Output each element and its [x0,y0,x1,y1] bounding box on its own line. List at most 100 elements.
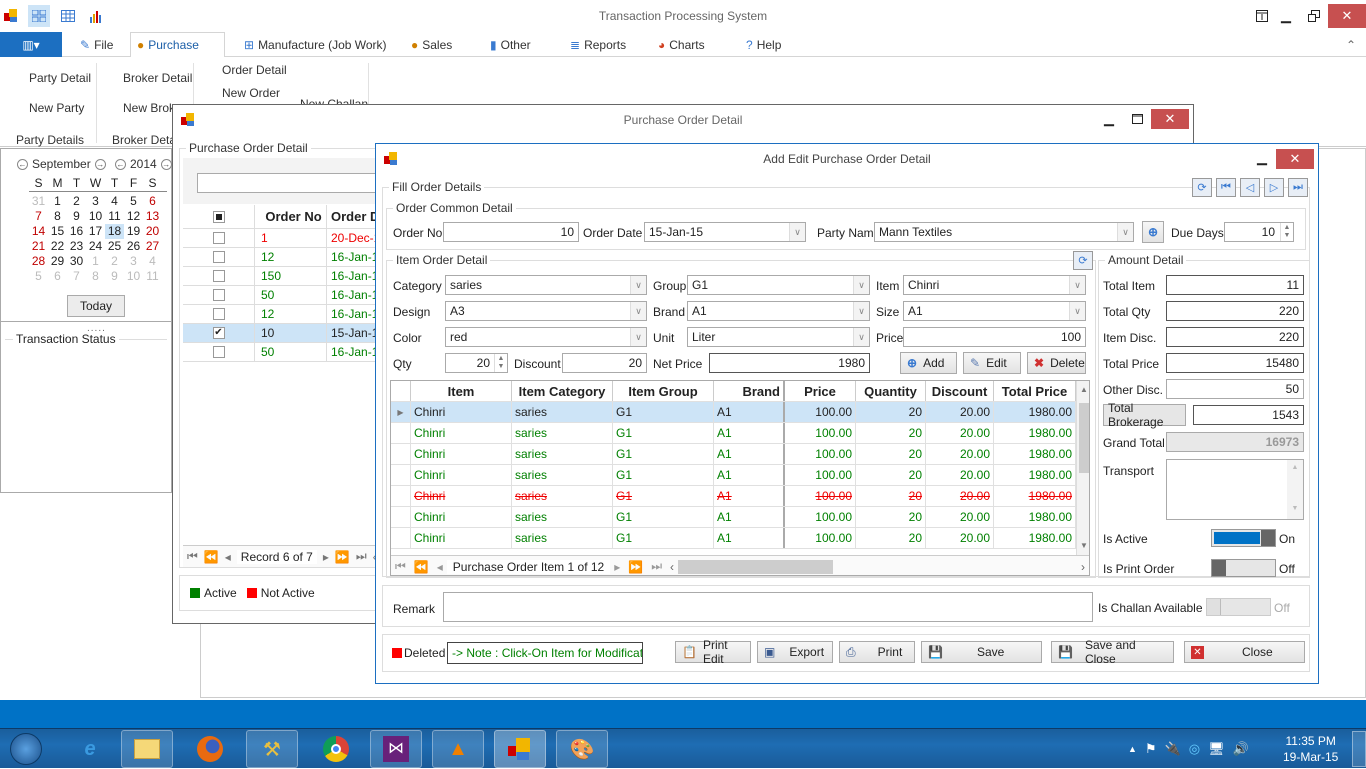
column-header-total-price[interactable]: Total Price [994,381,1076,401]
last-icon[interactable]: ⏭ [1288,178,1308,197]
order-date-picker[interactable]: 15-Jan-15 ∨ [644,222,806,242]
tab-file[interactable]: ✎ File [74,32,119,57]
chevron-down-icon[interactable]: ∨ [853,328,869,346]
scroll-down-icon[interactable]: ▼ [1080,541,1088,550]
add-item-button[interactable]: ⊕ Add [900,352,957,374]
vertical-scrollbar[interactable]: ▲ ▼ [1076,381,1089,555]
calendar-day[interactable]: 10 [124,269,143,284]
scroll-left-icon[interactable]: ‹ [666,560,678,574]
calendar-day[interactable]: 9 [105,269,124,284]
calendar-day[interactable]: 20 [143,224,162,239]
total-brokerage-button[interactable]: Total Brokerage [1103,401,1186,429]
toggle-knob[interactable] [1207,599,1221,615]
volume-icon[interactable]: 🔊 [1233,741,1249,757]
new-order-button[interactable]: New Order [222,86,280,100]
calendar-day[interactable]: 25 [105,239,124,254]
calendar-day[interactable]: 7 [67,269,86,284]
first-record-icon[interactable]: ⏮ [391,559,410,574]
row-checkbox[interactable]: ✔ [212,327,225,339]
select-all-checkbox[interactable] [212,210,225,223]
splitter[interactable] [1,321,173,322]
save-button[interactable]: 💾 Save [921,641,1042,663]
calendar-day[interactable]: 21 [29,239,48,254]
order-row[interactable]: 150 16-Jan-1 [183,267,383,286]
calendar-day[interactable]: 4 [143,254,162,269]
row-checkbox[interactable] [212,289,225,301]
calendar-day[interactable]: 19 [124,224,143,239]
today-button[interactable]: Today [67,295,125,317]
show-desktop-button[interactable] [1352,731,1366,767]
calendar-day[interactable]: 31 [29,194,48,209]
size-select[interactable]: A1 ∨ [903,301,1086,321]
scroll-up-icon[interactable]: ▲ [1080,385,1088,394]
previous-icon[interactable]: ◁ [1240,178,1260,197]
row-checkbox[interactable] [212,270,225,282]
order-row[interactable]: 50 16-Jan-1 [183,343,383,362]
windows-start-icon[interactable] [0,730,52,768]
stepper-arrows-icon[interactable]: ▲ ▼ [1280,223,1293,241]
next-year-icon[interactable]: → [160,158,172,170]
calendar-day[interactable]: 27 [143,239,162,254]
network-icon[interactable]: 🖥 [1208,741,1225,757]
calendar-day[interactable]: 2 [67,194,86,209]
app-window-icon[interactable] [494,730,546,768]
unit-select[interactable]: Liter ∨ [687,327,870,347]
order-no-field[interactable]: 10 [443,222,579,242]
stepper-arrows-icon[interactable]: ▲ ▼ [494,354,507,372]
restore-button[interactable] [1300,6,1328,26]
row-checkbox[interactable] [212,346,225,358]
remark-field[interactable] [443,592,1093,622]
column-header-item[interactable]: Item [411,381,512,401]
row-checkbox[interactable] [212,232,225,244]
next-record-icon[interactable]: ▸ [323,550,329,564]
paint-icon[interactable]: 🎨 [556,730,608,768]
calendar-day[interactable]: 15 [48,224,67,239]
calendar-day[interactable]: 17 [86,224,105,239]
file-explorer-icon[interactable] [121,730,173,768]
edit-item-button[interactable]: ✎ Edit [963,352,1021,374]
chevron-down-icon[interactable]: ∨ [1069,302,1085,320]
calendar-day[interactable]: 22 [48,239,67,254]
is-active-toggle[interactable] [1211,529,1276,547]
next-page-icon[interactable]: ⏩ [624,560,647,574]
toggle-knob[interactable] [1261,530,1275,546]
ae-minimize-button[interactable]: ▁ [1248,148,1276,168]
row-checkbox[interactable] [212,308,225,320]
new-party-button[interactable]: New Party [29,101,84,115]
last-record-icon[interactable]: ⏭ [356,549,367,564]
power-icon[interactable]: 🔌 [1165,741,1181,757]
app-tray-icon[interactable]: ◎ [1189,741,1200,757]
delete-item-button[interactable]: ✖ Delete [1027,352,1086,374]
prev-record-icon[interactable]: ◂ [433,560,447,574]
refresh-icon[interactable]: ⟳ [1192,178,1212,197]
item-row[interactable]: Chinri saries G1 A1 100.00 20 20.00 1980.00 [391,507,1076,528]
prev-page-icon[interactable]: ⏪ [410,560,433,574]
calendar-day[interactable]: 10 [86,209,105,224]
prev-page-icon[interactable]: ⏪ [204,550,219,564]
chevron-down-icon[interactable]: ∨ [789,223,805,241]
column-header-order-no[interactable]: Order No [255,205,327,228]
challan-toggle[interactable] [1206,598,1271,616]
tools-icon[interactable]: ⚒ [246,730,298,768]
color-select[interactable]: red ∨ [445,327,647,347]
item-row[interactable]: Chinri saries G1 A1 100.00 20 20.00 1980.00 [391,423,1076,444]
chevron-down-icon[interactable]: ∨ [853,276,869,294]
discount-field[interactable]: 20 [562,353,647,373]
calendar-day[interactable]: 2 [105,254,124,269]
party-name-select[interactable]: Mann Textiles ∨ [874,222,1134,242]
clock[interactable]: 11:35 PM 19-Mar-15 [1283,733,1338,765]
qty-stepper[interactable]: 20 ▲ ▼ [445,353,508,373]
prev-month-icon[interactable]: ← [17,158,28,170]
calendar-day[interactable]: 29 [48,254,67,269]
first-record-icon[interactable]: ⏮ [187,549,198,564]
close-button[interactable]: ✕ [1328,4,1366,28]
prev-year-icon[interactable]: ← [115,158,126,170]
calendar-day[interactable]: 4 [105,194,124,209]
transport-textarea[interactable] [1166,459,1304,520]
calendar-day[interactable]: 8 [48,209,67,224]
order-row[interactable]: 12 16-Jan-1 [183,248,383,267]
order-row[interactable]: 12 16-Jan-1 [183,305,383,324]
chevron-down-icon[interactable]: ∨ [853,302,869,320]
scroll-right-icon[interactable]: › [1081,560,1089,574]
tab-purchase[interactable]: ● Purchase [130,32,225,58]
